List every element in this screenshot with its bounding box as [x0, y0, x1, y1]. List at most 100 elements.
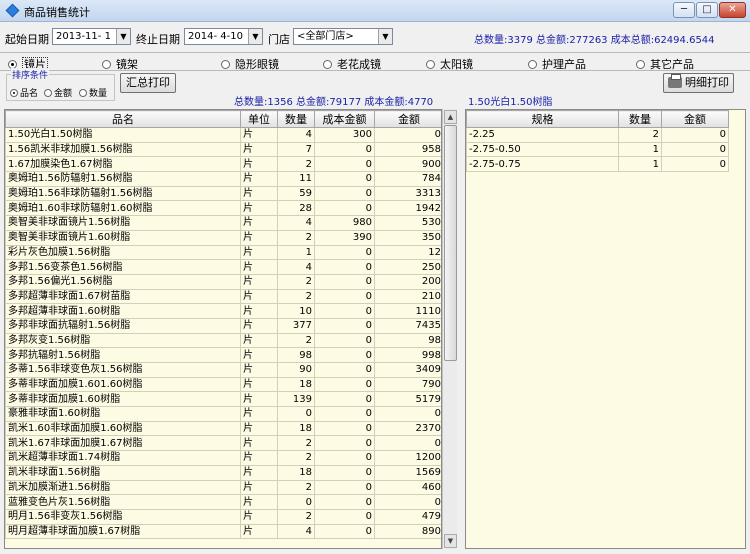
table-cell: 790: [374, 376, 441, 393]
table-cell: 2: [277, 450, 315, 466]
table-row[interactable]: 彩片灰色加膜1.56树脂片 1 0 12: [5, 244, 441, 261]
chevron-down-icon[interactable]: ▼: [116, 29, 130, 44]
table-cell: 5179: [374, 391, 441, 408]
table-row[interactable]: 多蒂非球面加膜1.60树脂片 139 0 5179: [5, 391, 441, 408]
table-cell: 4: [277, 523, 315, 540]
close-button[interactable]: ✕: [719, 2, 746, 18]
table-row[interactable]: 多蒂非球面加膜1.601.60树脂片 18 0 790: [5, 376, 441, 393]
end-date-picker[interactable]: 2014- 4-10 ▼: [184, 28, 263, 45]
table-row[interactable]: 多蒂1.56非球变色灰1.56树脂片 90 0 3409: [5, 362, 441, 378]
table-row[interactable]: 明月1.56非变灰1.56树脂片 2 0 479: [5, 508, 441, 525]
sort-radio[interactable]: 金额: [44, 86, 72, 99]
table-row[interactable]: -2.75-0.75 1 0: [466, 156, 729, 173]
detail-print-button[interactable]: 明细打印: [663, 73, 734, 93]
table-row[interactable]: 多邦灰变1.56树脂片 2 0 98: [5, 332, 441, 349]
start-date-label: 起始日期: [5, 33, 49, 46]
table-cell: 2370: [374, 420, 441, 437]
column-header[interactable]: 金额: [374, 110, 441, 128]
table-row[interactable]: 明月超薄非球面加膜1.67树脂片 4 0 890: [5, 523, 441, 540]
table-cell: 0: [314, 273, 375, 290]
radio-button[interactable]: [323, 60, 332, 69]
table-row[interactable]: 多邦超薄非球面1.60树脂片 10 0 1110: [5, 303, 441, 319]
summary-stats: 总数量:1356 总金额:79177 成本金额:4770: [234, 97, 434, 108]
window-title: 商品销售统计: [24, 6, 90, 19]
table-row[interactable]: 奥智美非球面镜片1.56树脂片 4 980 530: [5, 215, 441, 231]
table-cell: 377: [277, 317, 315, 334]
table-row[interactable]: 奥姆珀1.56防辐射1.56树脂片 11 0 784: [5, 171, 441, 187]
table-row[interactable]: 多邦1.56偏光1.56树脂片 2 0 200: [5, 273, 441, 290]
column-header[interactable]: 成本金额: [314, 110, 375, 128]
column-header[interactable]: 金额: [661, 110, 729, 128]
table-cell: 0: [314, 288, 375, 305]
column-header[interactable]: 数量: [618, 110, 662, 128]
table-row[interactable]: 凯米加膜渐进1.56树脂片 2 0 460: [5, 479, 441, 496]
table-cell: 0: [314, 391, 375, 408]
minimize-button[interactable]: ─: [673, 2, 695, 18]
column-header[interactable]: 单位: [240, 110, 278, 128]
table-row[interactable]: 多邦1.56变茶色1.56树脂片 4 0 250: [5, 259, 441, 275]
table-cell: 片: [240, 464, 278, 481]
table-cell: 片: [240, 215, 278, 231]
vertical-scrollbar[interactable]: ▲ ▼: [442, 109, 457, 549]
table-row[interactable]: -2.25 2 0: [466, 127, 729, 143]
table-cell: 片: [240, 317, 278, 334]
radio-button[interactable]: [426, 60, 435, 69]
radio-button[interactable]: [528, 60, 537, 69]
table-row[interactable]: 1.67加膜染色1.67树脂片 2 0 900: [5, 156, 441, 173]
table-row[interactable]: 1.56凯米非球加膜1.56树脂片 7 0 958: [5, 141, 441, 158]
table-row[interactable]: 凯米1.60非球面加膜1.60树脂片 18 0 2370: [5, 420, 441, 437]
table-row[interactable]: 凯米1.67非球面加膜1.67树脂片 2 0 0: [5, 435, 441, 452]
table-row[interactable]: -2.75-0.50 1 0: [466, 141, 729, 158]
maximize-button[interactable]: □: [696, 2, 718, 18]
table-row[interactable]: 奥智美非球面镜片1.60树脂片 2 390 350: [5, 229, 441, 246]
radio-button[interactable]: [44, 89, 52, 97]
radio-button[interactable]: [10, 89, 18, 97]
divider: [0, 70, 750, 71]
radio-button[interactable]: [102, 60, 111, 69]
scroll-thumb[interactable]: [444, 125, 457, 361]
table-cell: 0: [314, 259, 375, 275]
table-cell: 980: [314, 215, 375, 231]
table-cell: 958: [374, 141, 441, 158]
table-cell: 彩片灰色加膜1.56树脂: [5, 244, 241, 261]
scroll-up-icon[interactable]: ▲: [444, 110, 457, 124]
table-row[interactable]: 豪雅非球面1.60树脂片 0 0 0: [5, 406, 441, 422]
sort-radio[interactable]: 数量: [79, 86, 107, 99]
table-cell: 多邦抗辐射1.56树脂: [5, 347, 241, 363]
column-header[interactable]: 规格: [466, 110, 619, 128]
table-row[interactable]: 多邦抗辐射1.56树脂片 98 0 998: [5, 347, 441, 363]
product-sales-table[interactable]: 品名 单位 数量 成本金额 金额 1.50光白1.50树脂片 4 300 0 1.56凯米非球加…: [4, 109, 442, 549]
scroll-down-icon[interactable]: ▼: [444, 534, 457, 548]
table-row[interactable]: 凯米非球面1.56树脂片 18 0 1569: [5, 464, 441, 481]
spec-detail-table[interactable]: 规格 数量 金额 -2.25 2 0 -2.75-0.50 1 0 -2.75-0.75 1 0: [465, 109, 746, 549]
table-cell: 0: [314, 508, 375, 525]
chevron-down-icon[interactable]: ▼: [248, 29, 262, 44]
radio-button[interactable]: [636, 60, 645, 69]
table-row[interactable]: 1.50光白1.50树脂片 4 300 0: [5, 127, 441, 143]
sort-radio[interactable]: 品名: [10, 86, 38, 99]
table-row[interactable]: 蓝雅变色片灰1.56树脂片 0 0 0: [5, 494, 441, 510]
radio-button[interactable]: [221, 60, 230, 69]
table-row[interactable]: 多邦超薄非球面1.67树苗脂片 2 0 210: [5, 288, 441, 305]
table-row[interactable]: 多邦非球面抗辐射1.56树脂片 377 0 7435: [5, 317, 441, 334]
table-row[interactable]: 奥姆珀1.56非球防辐射1.56树脂片 59 0 3313: [5, 185, 441, 202]
table-cell: 0: [661, 141, 729, 158]
radio-button[interactable]: [79, 89, 87, 97]
column-header[interactable]: 数量: [277, 110, 315, 128]
table-cell: 2: [277, 229, 315, 246]
table-row[interactable]: 奥姆珀1.60非球防辐射1.60树脂片 28 0 1942: [5, 200, 441, 217]
table-cell: 片: [240, 273, 278, 290]
store-select[interactable]: <全部门店> ▼: [293, 28, 393, 45]
table-cell: 0: [314, 406, 375, 422]
table-cell: 片: [240, 200, 278, 217]
table-row[interactable]: 凯米超薄非球面1.74树脂片 2 0 1200: [5, 450, 441, 466]
summary-print-button[interactable]: 汇总打印: [120, 73, 176, 93]
table-cell: 4: [277, 127, 315, 143]
chevron-down-icon[interactable]: ▼: [378, 29, 392, 44]
column-header[interactable]: 品名: [5, 110, 241, 128]
table-cell: 139: [277, 391, 315, 408]
table-cell: 98: [277, 347, 315, 363]
start-date-picker[interactable]: 2013-11- 1 ▼: [52, 28, 131, 45]
table-cell: 多邦超薄非球面1.60树脂: [5, 303, 241, 319]
table-cell: 片: [240, 171, 278, 187]
